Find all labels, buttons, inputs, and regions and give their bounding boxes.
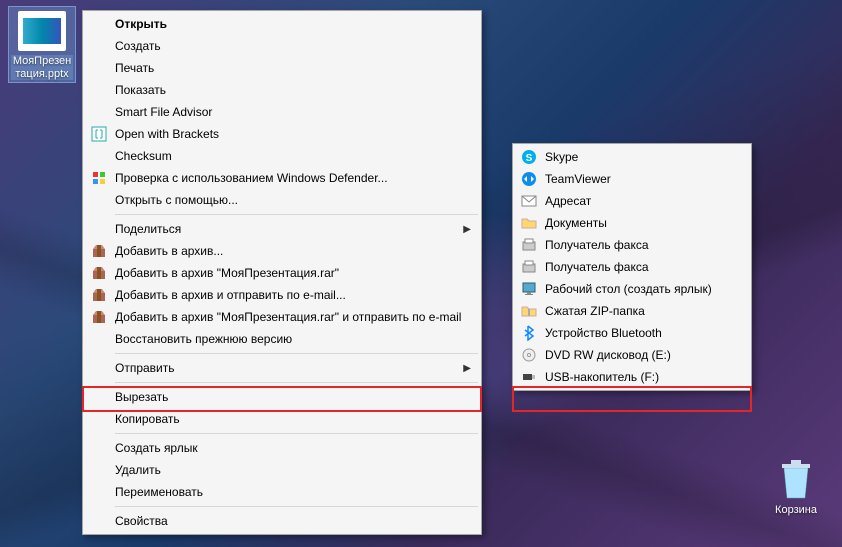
file-label: МояПрезентация.pptx [11,55,73,80]
menu-separator [115,214,478,215]
sendto-desktop[interactable]: Рабочий стол (создать ярлык) [515,278,749,300]
menu-checksum-label: Checksum [115,149,172,163]
zip-icon [521,303,537,319]
winrar-icon [91,309,107,325]
menu-add-email[interactable]: Добавить в архив и отправить по e-mail..… [85,284,479,306]
sendto-recipient[interactable]: Адресат [515,190,749,212]
menu-smartfile-label: Smart File Advisor [115,105,212,119]
sendto-dvd-label: DVD RW дисковод (E:) [545,348,671,362]
sendto-fax2[interactable]: Получатель факса [515,256,749,278]
menu-openwith-label: Открыть с помощью... [115,193,238,207]
menu-print[interactable]: Печать [85,57,479,79]
sendto-documents[interactable]: Документы [515,212,749,234]
menu-separator [115,506,478,507]
menu-properties-label: Свойства [115,514,168,528]
menu-restore-label: Восстановить прежнюю версию [115,332,292,346]
menu-add-named-email-label: Добавить в архив "МояПрезентация.rar" и … [115,310,461,324]
menu-share-label: Поделиться [115,222,181,236]
menu-open-label: Открыть [115,17,167,31]
fax-icon [521,259,537,275]
sendto-desktop-label: Рабочий стол (создать ярлык) [545,282,712,296]
menu-add-named-email[interactable]: Добавить в архив "МояПрезентация.rar" и … [85,306,479,328]
menu-open[interactable]: Открыть [85,13,479,35]
pptx-thumbnail [18,11,66,51]
menu-add-archive-named-label: Добавить в архив "МояПрезентация.rar" [115,266,339,280]
sendto-dvd[interactable]: DVD RW дисковод (E:) [515,344,749,366]
menu-defender[interactable]: Проверка с использованием Windows Defend… [85,167,479,189]
menu-add-archive-label: Добавить в архив... [115,244,223,258]
sendto-teamviewer-label: TeamViewer [545,172,611,186]
sendto-recipient-label: Адресат [545,194,591,208]
context-menu: Открыть Создать Печать Показать Smart Fi… [82,10,482,535]
menu-separator [115,433,478,434]
menu-copy[interactable]: Копировать [85,408,479,430]
sendto-bluetooth[interactable]: Устройство Bluetooth [515,322,749,344]
desktop-file-pptx[interactable]: МояПрезентация.pptx [8,6,76,83]
sendto-fax1-label: Получатель факса [545,238,649,252]
sendto-submenu: S Skype TeamViewer Адресат Документы Пол… [512,143,752,391]
menu-restore[interactable]: Восстановить прежнюю версию [85,328,479,350]
menu-delete-label: Удалить [115,463,161,477]
sendto-zip[interactable]: Сжатая ZIP-папка [515,300,749,322]
menu-create-label: Создать [115,39,161,53]
menu-checksum[interactable]: Checksum [85,145,479,167]
menu-create[interactable]: Создать [85,35,479,57]
menu-add-archive-named[interactable]: Добавить в архив "МояПрезентация.rar" [85,262,479,284]
menu-sendto-label: Отправить [115,361,175,375]
menu-separator [115,382,478,383]
usb-drive-icon [521,369,537,385]
teamviewer-icon [521,171,537,187]
menu-sendto[interactable]: Отправить ▶ [85,357,479,379]
sendto-skype-label: Skype [545,150,578,164]
menu-shortcut-label: Создать ярлык [115,441,198,455]
sendto-usb[interactable]: USB-накопитель (F:) [515,366,749,388]
mail-icon [521,193,537,209]
sendto-documents-label: Документы [545,216,607,230]
menu-show[interactable]: Показать [85,79,479,101]
menu-copy-label: Копировать [115,412,180,426]
recycle-bin-icon [776,458,816,502]
menu-defender-label: Проверка с использованием Windows Defend… [115,171,388,185]
winrar-icon [91,265,107,281]
winrar-icon [91,243,107,259]
menu-smartfile[interactable]: Smart File Advisor [85,101,479,123]
sendto-bluetooth-label: Устройство Bluetooth [545,326,662,340]
menu-shortcut[interactable]: Создать ярлык [85,437,479,459]
bluetooth-icon [521,325,537,341]
recycle-bin[interactable]: Корзина [762,458,830,517]
menu-print-label: Печать [115,61,154,75]
menu-add-email-label: Добавить в архив и отправить по e-mail..… [115,288,346,302]
chevron-right-icon: ▶ [463,363,471,374]
folder-icon [521,215,537,231]
menu-show-label: Показать [115,83,166,97]
menu-share[interactable]: Поделиться ▶ [85,218,479,240]
winrar-icon [91,287,107,303]
dvd-icon [521,347,537,363]
recycle-bin-label: Корзина [762,504,830,517]
svg-text:S: S [526,153,533,164]
menu-rename-label: Переименовать [115,485,203,499]
menu-cut-label: Вырезать [115,390,168,404]
sendto-zip-label: Сжатая ZIP-папка [545,304,645,318]
desktop-icon [521,281,537,297]
menu-separator [115,353,478,354]
sendto-skype[interactable]: S Skype [515,146,749,168]
brackets-icon [91,126,107,142]
shield-icon [91,170,107,186]
menu-brackets[interactable]: Open with Brackets [85,123,479,145]
menu-cut[interactable]: Вырезать [85,386,479,408]
menu-openwith[interactable]: Открыть с помощью... [85,189,479,211]
menu-delete[interactable]: Удалить [85,459,479,481]
menu-brackets-label: Open with Brackets [115,127,219,141]
menu-properties[interactable]: Свойства [85,510,479,532]
sendto-fax1[interactable]: Получатель факса [515,234,749,256]
sendto-teamviewer[interactable]: TeamViewer [515,168,749,190]
fax-icon [521,237,537,253]
sendto-usb-label: USB-накопитель (F:) [545,370,659,384]
sendto-fax2-label: Получатель факса [545,260,649,274]
chevron-right-icon: ▶ [463,224,471,235]
menu-rename[interactable]: Переименовать [85,481,479,503]
skype-icon: S [521,149,537,165]
menu-add-archive[interactable]: Добавить в архив... [85,240,479,262]
